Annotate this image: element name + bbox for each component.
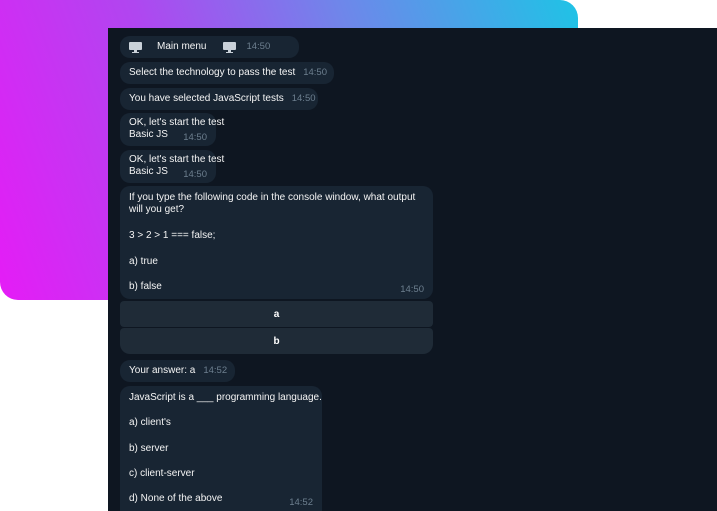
message-text: You have selected JavaScript tests xyxy=(129,93,284,104)
answer-option-c: c) client-server xyxy=(129,468,195,479)
message-text: Your answer: a xyxy=(129,365,196,376)
chat-window[interactable]: Main menu 14:50 Select the technology to… xyxy=(108,28,717,511)
answer-option-d: d) None of the above xyxy=(129,493,223,504)
question-code: 3 > 2 > 1 === false; xyxy=(129,230,216,241)
question-text: JavaScript is a ___ programming language… xyxy=(129,392,322,403)
answer-button-a[interactable]: a xyxy=(120,301,433,327)
your-answer-message: Your answer: a 14:52 xyxy=(120,360,235,382)
message-time: 14:50 xyxy=(246,41,271,52)
question-message: If you type the following code in the co… xyxy=(120,186,433,299)
message-text-line1: OK, let's start the test xyxy=(129,117,225,128)
answer-option-a: a) true xyxy=(129,256,158,267)
selected-technology-message: You have selected JavaScript tests 14:50 xyxy=(120,88,318,110)
main-menu-message[interactable]: Main menu 14:50 xyxy=(120,36,299,58)
main-menu-label: Main menu xyxy=(157,41,207,52)
start-test-message: OK, let's start the test Basic JS 14:50 xyxy=(120,150,225,183)
message-time: 14:52 xyxy=(203,365,228,376)
message-text-line1: OK, let's start the test xyxy=(129,154,225,165)
message-time: 14:50 xyxy=(291,93,316,104)
answer-button-b[interactable]: b xyxy=(120,328,433,354)
message-time: 14:50 xyxy=(400,284,424,295)
message-time: 14:50 xyxy=(183,132,207,143)
message-time: 14:50 xyxy=(303,67,327,78)
screenshot-stage: Main menu 14:50 Select the technology to… xyxy=(0,0,717,511)
question-text-line1: If you type the following code in the co… xyxy=(129,192,416,203)
start-test-message: OK, let's start the test Basic JS 14:50 xyxy=(120,113,225,146)
message-time: 14:50 xyxy=(183,169,207,180)
question-message: JavaScript is a ___ programming language… xyxy=(120,386,322,511)
answer-option-b: b) false xyxy=(129,281,162,292)
answer-option-b: b) server xyxy=(129,443,169,454)
message-text: Select the technology to pass the test xyxy=(129,67,296,78)
answer-option-a: a) client's xyxy=(129,417,171,428)
monitor-icon xyxy=(223,41,237,53)
question-text-line2: will you get? xyxy=(129,204,185,215)
select-technology-message: Select the technology to pass the test 1… xyxy=(120,62,334,84)
monitor-icon xyxy=(129,41,142,53)
message-time: 14:52 xyxy=(289,497,313,508)
